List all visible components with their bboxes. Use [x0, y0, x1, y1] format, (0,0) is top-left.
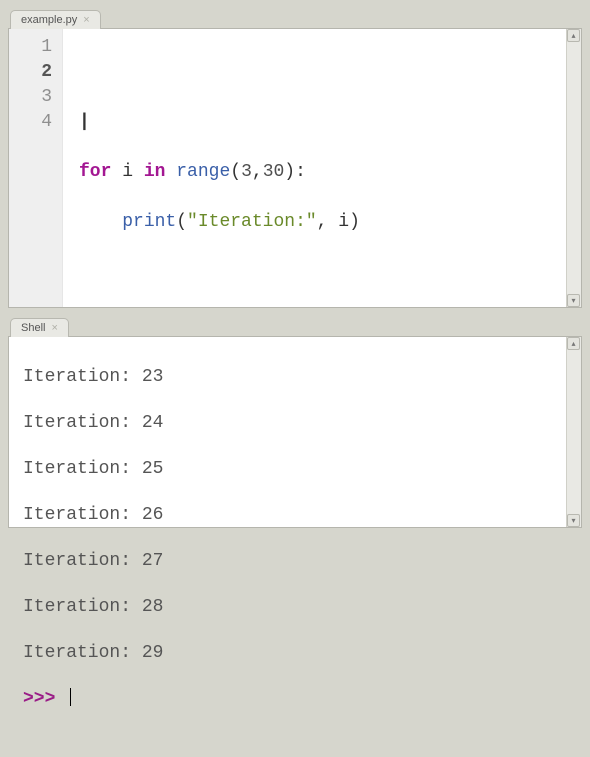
tab-label: Shell — [21, 322, 45, 334]
shell-tabstrip: Shell × — [8, 314, 582, 336]
line-number-gutter: 1 2 3 4 — [9, 29, 63, 307]
scroll-up-icon[interactable]: ▴ — [567, 337, 580, 350]
line-number: 3 — [9, 85, 52, 110]
line-number: 4 — [9, 110, 52, 135]
editor-pane: example.py × 1 2 3 4 | for i in range(3,… — [8, 6, 582, 308]
shell-prompt-line: >>> — [23, 688, 566, 711]
code-line-2: | — [79, 110, 566, 135]
shell-panel: Iteration: 23 Iteration: 24 Iteration: 2… — [8, 336, 582, 528]
code-line-1 — [79, 60, 566, 85]
cursor-icon — [70, 688, 71, 706]
shell-line: Iteration: 29 — [23, 642, 566, 665]
shell-output[interactable]: Iteration: 23 Iteration: 24 Iteration: 2… — [9, 337, 566, 527]
line-number: 2 — [9, 60, 52, 85]
shell-pane: Shell × Iteration: 23 Iteration: 24 Iter… — [8, 314, 582, 528]
code-line-3: for i in range(3,30): — [79, 160, 566, 185]
scroll-down-icon[interactable]: ▾ — [567, 514, 580, 527]
shell-scrollbar[interactable]: ▴ ▾ — [566, 337, 581, 527]
code-editor[interactable]: | for i in range(3,30): print("Iteration… — [63, 29, 566, 307]
editor-scrollbar[interactable]: ▴ ▾ — [566, 29, 581, 307]
tab-example-py[interactable]: example.py × — [10, 10, 101, 29]
close-icon[interactable]: × — [83, 14, 89, 26]
line-number: 1 — [9, 35, 52, 60]
tab-shell[interactable]: Shell × — [10, 318, 69, 337]
shell-line: Iteration: 26 — [23, 504, 566, 527]
code-line-4: print("Iteration:", i) — [79, 210, 566, 235]
tab-label: example.py — [21, 14, 77, 26]
shell-prompt: >>> — [23, 689, 66, 709]
shell-line: Iteration: 25 — [23, 458, 566, 481]
scroll-up-icon[interactable]: ▴ — [567, 29, 580, 42]
shell-line: Iteration: 23 — [23, 366, 566, 389]
shell-line: Iteration: 28 — [23, 596, 566, 619]
shell-line: Iteration: 24 — [23, 412, 566, 435]
shell-line: Iteration: 27 — [23, 550, 566, 573]
scroll-down-icon[interactable]: ▾ — [567, 294, 580, 307]
editor-tabstrip: example.py × — [8, 6, 582, 28]
close-icon[interactable]: × — [51, 322, 57, 334]
editor-panel: 1 2 3 4 | for i in range(3,30): print("I… — [8, 28, 582, 308]
